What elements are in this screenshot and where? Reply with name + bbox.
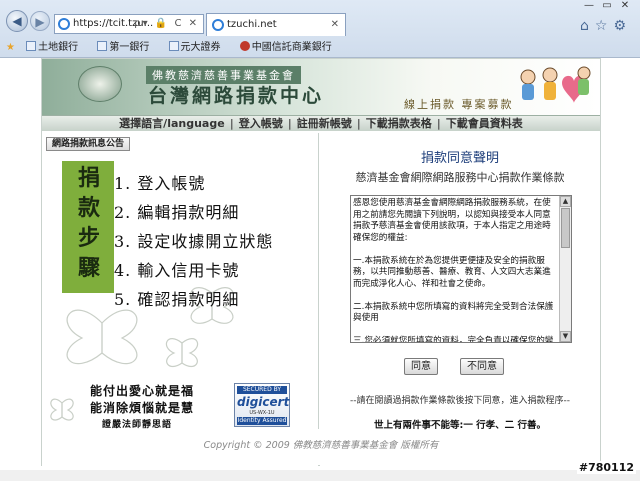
left-column: 網路捐款訊息公告 捐款步驟 1. 登入帳號 2. 編輯捐款明細 3. 設定收據開…: [42, 133, 318, 467]
jingsi-quote: 能付出愛心就是福 能消除煩惱就是慧 證嚴法師靜思語: [90, 383, 194, 434]
menu-language[interactable]: 選擇語言/language: [114, 117, 230, 130]
tab-title: tzuchi.net: [227, 19, 277, 30]
favorite-item[interactable]: 第一銀行: [97, 41, 157, 53]
notice-button[interactable]: 網路捐款訊息公告: [46, 137, 130, 151]
seal-secured-text: SECURED BY: [237, 386, 287, 394]
agree-hint: --請在閱讀過捐款作業條款後按下同意，進入捐款程序--: [350, 396, 570, 406]
status-bar: [0, 470, 640, 481]
terms-textarea[interactable]: 感恩您使用慈濟基金會網際網路捐款服務系統，在使用之前請您先閱讀下列說明，以認知與…: [350, 195, 572, 343]
children-heart-illustration: [520, 66, 591, 103]
image-id-label: #780112: [576, 461, 636, 474]
menu-download-form[interactable]: 下載捐款表格: [361, 117, 437, 130]
step-item: 3. 設定收據開立狀態: [114, 232, 274, 251]
menu-login[interactable]: 登入帳號: [234, 117, 288, 130]
menu-download-member-form[interactable]: 下載會員資料表: [441, 117, 528, 130]
motto: 世上有兩件事不能等:一 行孝、二 行善。: [374, 420, 546, 431]
seal-license: US-WX-1U: [249, 410, 275, 416]
slogan: 線上捐款 專案募款: [404, 98, 514, 111]
declaration-title: 捐款同意聲明: [420, 151, 499, 166]
tab-tzuchi[interactable]: tzuchi.net ✕: [206, 13, 346, 36]
bank-logo-icon: [239, 41, 250, 51]
agree-button[interactable]: 同意: [404, 358, 438, 375]
site-header: 佛教慈濟慈善事業基金會 台灣網路捐款中心 線上捐款 專案募款: [42, 59, 600, 117]
scroll-up-icon[interactable]: ▲: [560, 196, 571, 207]
ie-icon: [58, 18, 70, 30]
column-divider: [318, 133, 319, 429]
step-item: 4. 輸入信用卡號: [114, 261, 240, 280]
toolbar-icons: ⌂☆⚙: [580, 18, 632, 34]
quote-line: 能消除煩惱就是慧: [90, 401, 195, 415]
page-icon: [168, 41, 179, 51]
forward-button[interactable]: ▶: [30, 11, 50, 31]
favorite-label: 元大證券: [180, 42, 221, 53]
maximize-button[interactable]: ▭: [598, 0, 616, 11]
gear-icon[interactable]: ⚙: [613, 18, 632, 34]
minimize-button[interactable]: —: [580, 0, 598, 11]
main-menu: 選擇語言/language | 登入帳號 | 註冊新帳號 | 下載捐款表格 | 下載會員資料表: [42, 115, 600, 131]
seal-identity-text: Identity Assured: [237, 417, 287, 425]
page-container: 佛教慈濟慈善事業基金會 台灣網路捐款中心 線上捐款 專案募款 選擇語言/lang…: [41, 58, 601, 467]
terms-text: 感恩您使用慈濟基金會網際網路捐款服務系統，在使用之前請您先閱讀下列說明，以認知與…: [353, 198, 554, 343]
favorite-item[interactable]: 中國信託商業銀行: [239, 41, 340, 53]
scroll-thumb[interactable]: [561, 208, 570, 248]
favorite-label: 第一銀行: [109, 42, 150, 53]
page-icon: [97, 41, 108, 51]
favorites-icon[interactable]: ★: [6, 42, 15, 53]
favorite-label: 中國信託商業銀行: [251, 42, 332, 53]
donation-steps-list: 1. 登入帳號 2. 編輯捐款明細 3. 設定收據開立狀態 4. 輸入信用卡號 …: [114, 169, 273, 314]
favorites-bar: ★ 土地銀行 第一銀行 元大證券 中國信託商業銀行: [0, 38, 640, 57]
declaration-subtitle: 慈濟基金會網際網路服務中心捐款作業條款: [355, 171, 565, 184]
back-button[interactable]: ◀: [6, 10, 28, 32]
copyright-footer: Copyright © 2009 佛教慈濟慈善事業基金會 版權所有: [203, 440, 439, 451]
window-controls: — ▭ ✕: [580, 0, 634, 11]
right-column: 捐款同意聲明 慈濟基金會網際網路服務中心捐款作業條款 感恩您使用慈濟基金會網際網…: [320, 133, 600, 467]
quote-line: 能付出愛心就是福: [90, 384, 195, 398]
menu-register[interactable]: 註冊新帳號: [292, 117, 357, 130]
quote-signature: 證嚴法師靜思語: [102, 420, 173, 430]
tab-close-icon[interactable]: ✕: [331, 14, 339, 35]
steps-label: 捐款步驟: [77, 165, 100, 281]
home-icon[interactable]: ⌂: [580, 18, 595, 34]
step-item: 5. 確認捐款明細: [114, 290, 240, 309]
close-window-button[interactable]: ✕: [616, 0, 634, 11]
favorite-label: 土地銀行: [38, 42, 79, 53]
site-title: 台灣網路捐款中心: [148, 85, 325, 107]
favorites-star-icon[interactable]: ☆: [595, 18, 614, 34]
page-viewport: 佛教慈濟慈善事業基金會 台灣網路捐款中心 線上捐款 專案募款 選擇語言/lang…: [0, 58, 640, 470]
address-tools[interactable]: ρ▾ 🔒 C ✕: [134, 15, 199, 33]
step-item: 1. 登入帳號: [114, 174, 206, 193]
step-item: 2. 編輯捐款明細: [114, 203, 240, 222]
favorite-item[interactable]: 土地銀行: [26, 41, 86, 53]
favorite-item[interactable]: 元大證券: [168, 41, 229, 53]
terms-scrollbar[interactable]: ▲ ▼: [559, 196, 571, 342]
scroll-down-icon[interactable]: ▼: [560, 331, 571, 342]
page-icon: [26, 41, 37, 51]
tzuchi-logo: [78, 66, 122, 102]
browser-chrome: ◀ ▶ https://tcit.tzu... ρ▾ 🔒 C ✕ tzuchi.…: [0, 0, 640, 58]
disagree-button[interactable]: 不同意: [460, 358, 504, 375]
digicert-seal[interactable]: SECURED BY digicert US-WX-1U Identity As…: [234, 383, 290, 427]
ie-icon: [212, 19, 224, 31]
address-bar[interactable]: https://tcit.tzu... ρ▾ 🔒 C ✕: [54, 14, 204, 34]
seal-brand: digicert: [237, 395, 290, 409]
